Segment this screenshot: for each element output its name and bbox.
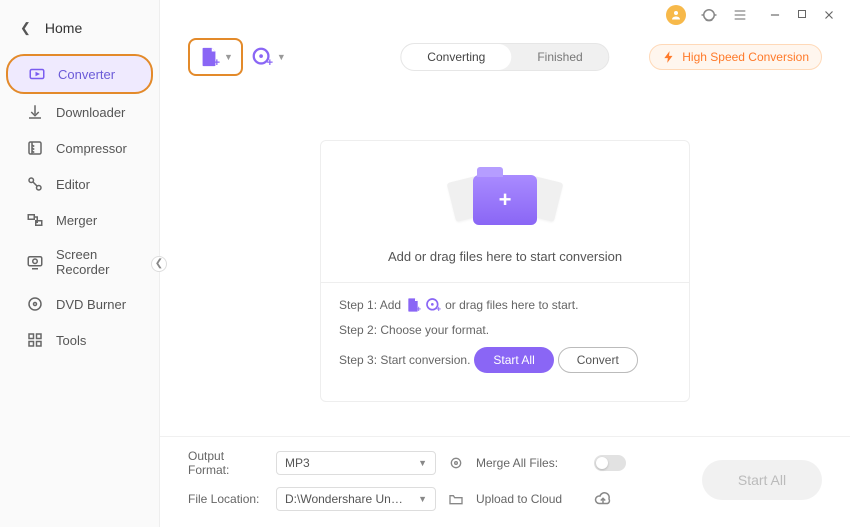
tab-finished[interactable]: Finished bbox=[511, 44, 608, 70]
start-all-mini-button[interactable]: Start All bbox=[474, 347, 553, 373]
sidebar-item-label: Tools bbox=[56, 333, 86, 348]
home-button[interactable]: ❮ Home bbox=[0, 10, 159, 46]
window-controls bbox=[768, 8, 836, 22]
output-format-label: Output Format: bbox=[188, 449, 268, 477]
support-icon[interactable] bbox=[700, 6, 718, 24]
sidebar-item-dvd-burner[interactable]: DVD Burner bbox=[6, 286, 153, 322]
sidebar-item-label: Merger bbox=[56, 213, 97, 228]
chevron-down-icon: ▼ bbox=[418, 458, 427, 468]
merge-all-label: Merge All Files: bbox=[476, 456, 586, 470]
sidebar-item-merger[interactable]: Merger bbox=[6, 202, 153, 238]
file-location-label: File Location: bbox=[188, 492, 268, 506]
sidebar-item-converter[interactable]: Converter bbox=[6, 54, 153, 94]
step3-text: Step 3: Start conversion. bbox=[339, 353, 470, 367]
sidebar-nav: Converter Downloader Compressor Editor bbox=[0, 54, 159, 358]
convert-mini-button[interactable]: Convert bbox=[558, 347, 638, 373]
svg-text:+: + bbox=[214, 57, 220, 68]
file-location-value: D:\Wondershare UniConverter 1 bbox=[285, 492, 405, 506]
status-tabs: Converting Finished bbox=[400, 43, 609, 71]
sidebar-item-label: DVD Burner bbox=[56, 297, 126, 312]
sidebar-item-label: Compressor bbox=[56, 141, 127, 156]
dvd-burner-icon bbox=[26, 295, 44, 313]
sidebar-item-label: Converter bbox=[58, 67, 115, 82]
sidebar: ❮ Home Converter Downloader Compres bbox=[0, 0, 160, 527]
sidebar-item-editor[interactable]: Editor bbox=[6, 166, 153, 202]
open-folder-icon[interactable] bbox=[444, 491, 468, 507]
back-chevron-icon: ❮ bbox=[20, 20, 31, 36]
compressor-icon bbox=[26, 139, 44, 157]
sidebar-item-compressor[interactable]: Compressor bbox=[6, 130, 153, 166]
add-file-button[interactable]: + ▼ bbox=[188, 38, 243, 76]
chevron-down-icon: ▼ bbox=[277, 52, 286, 62]
home-label: Home bbox=[45, 20, 82, 36]
steps-panel: Step 1: Add + + or drag files here to st… bbox=[321, 282, 689, 401]
dropzone-message: Add or drag files here to start conversi… bbox=[388, 249, 622, 264]
tools-icon bbox=[26, 331, 44, 349]
editor-icon bbox=[26, 175, 44, 193]
start-all-button[interactable]: Start All bbox=[702, 460, 822, 500]
step1-prefix: Step 1: Add bbox=[339, 298, 401, 312]
sidebar-collapse-handle[interactable]: ❮ bbox=[151, 256, 167, 272]
converter-icon bbox=[28, 65, 46, 83]
svg-text:+: + bbox=[436, 305, 441, 313]
footer: Output Format: MP3 ▼ Merge All Files: St… bbox=[160, 436, 850, 527]
sidebar-item-label: Editor bbox=[56, 177, 90, 192]
close-icon[interactable] bbox=[822, 8, 836, 22]
tab-converting[interactable]: Converting bbox=[401, 44, 511, 70]
high-speed-conversion-button[interactable]: High Speed Conversion bbox=[649, 44, 822, 70]
sidebar-item-screen-recorder[interactable]: Screen Recorder bbox=[6, 238, 153, 286]
merge-all-toggle[interactable] bbox=[594, 455, 626, 471]
add-dvd-icon: + bbox=[251, 46, 273, 68]
content-area: + Add or drag files here to start conver… bbox=[160, 90, 850, 436]
high-speed-label: High Speed Conversion bbox=[682, 50, 809, 64]
account-icon[interactable] bbox=[666, 5, 686, 25]
upload-to-cloud-label: Upload to Cloud bbox=[476, 492, 586, 506]
titlebar bbox=[160, 0, 850, 30]
file-location-select[interactable]: D:\Wondershare UniConverter 1 ▼ bbox=[276, 487, 436, 511]
chevron-down-icon: ▼ bbox=[418, 494, 427, 504]
downloader-icon bbox=[26, 103, 44, 121]
hamburger-menu-icon[interactable] bbox=[732, 7, 748, 23]
app-root: ❮ Home Converter Downloader Compres bbox=[0, 0, 850, 527]
output-settings-icon[interactable] bbox=[444, 455, 468, 471]
screen-recorder-icon bbox=[26, 253, 44, 271]
step-3: Step 3: Start conversion. Start All Conv… bbox=[339, 347, 671, 373]
sidebar-item-tools[interactable]: Tools bbox=[6, 322, 153, 358]
maximize-icon[interactable] bbox=[796, 8, 808, 22]
merger-icon bbox=[26, 211, 44, 229]
add-file-mini-icon[interactable]: + bbox=[405, 297, 421, 313]
output-format-select[interactable]: MP3 ▼ bbox=[276, 451, 436, 475]
chevron-down-icon: ▼ bbox=[224, 52, 233, 62]
add-dvd-mini-icon[interactable]: + bbox=[425, 297, 441, 313]
add-file-icon: + bbox=[198, 46, 220, 68]
sidebar-item-label: Downloader bbox=[56, 105, 125, 120]
minimize-icon[interactable] bbox=[768, 8, 782, 22]
step1-suffix: or drag files here to start. bbox=[445, 298, 578, 312]
svg-text:+: + bbox=[416, 305, 421, 313]
bolt-icon bbox=[662, 50, 676, 64]
sidebar-item-downloader[interactable]: Downloader bbox=[6, 94, 153, 130]
add-dvd-button[interactable]: + ▼ bbox=[243, 40, 294, 74]
svg-text:+: + bbox=[267, 57, 273, 68]
folder-illustration: + bbox=[445, 165, 565, 235]
upload-cloud-icon[interactable] bbox=[594, 490, 654, 508]
folder-plus-icon: + bbox=[473, 175, 537, 225]
dropzone[interactable]: + Add or drag files here to start conver… bbox=[320, 140, 690, 402]
step-1: Step 1: Add + + or drag files here to st… bbox=[339, 297, 671, 313]
sidebar-item-label: Screen Recorder bbox=[56, 247, 141, 277]
step-2: Step 2: Choose your format. bbox=[339, 323, 671, 337]
output-format-value: MP3 bbox=[285, 456, 310, 470]
dropzone-top: + Add or drag files here to start conver… bbox=[321, 141, 689, 282]
toolbar: + ▼ + ▼ Converting Finished High Speed C… bbox=[160, 30, 850, 90]
main-panel: + ▼ + ▼ Converting Finished High Speed C… bbox=[160, 0, 850, 527]
